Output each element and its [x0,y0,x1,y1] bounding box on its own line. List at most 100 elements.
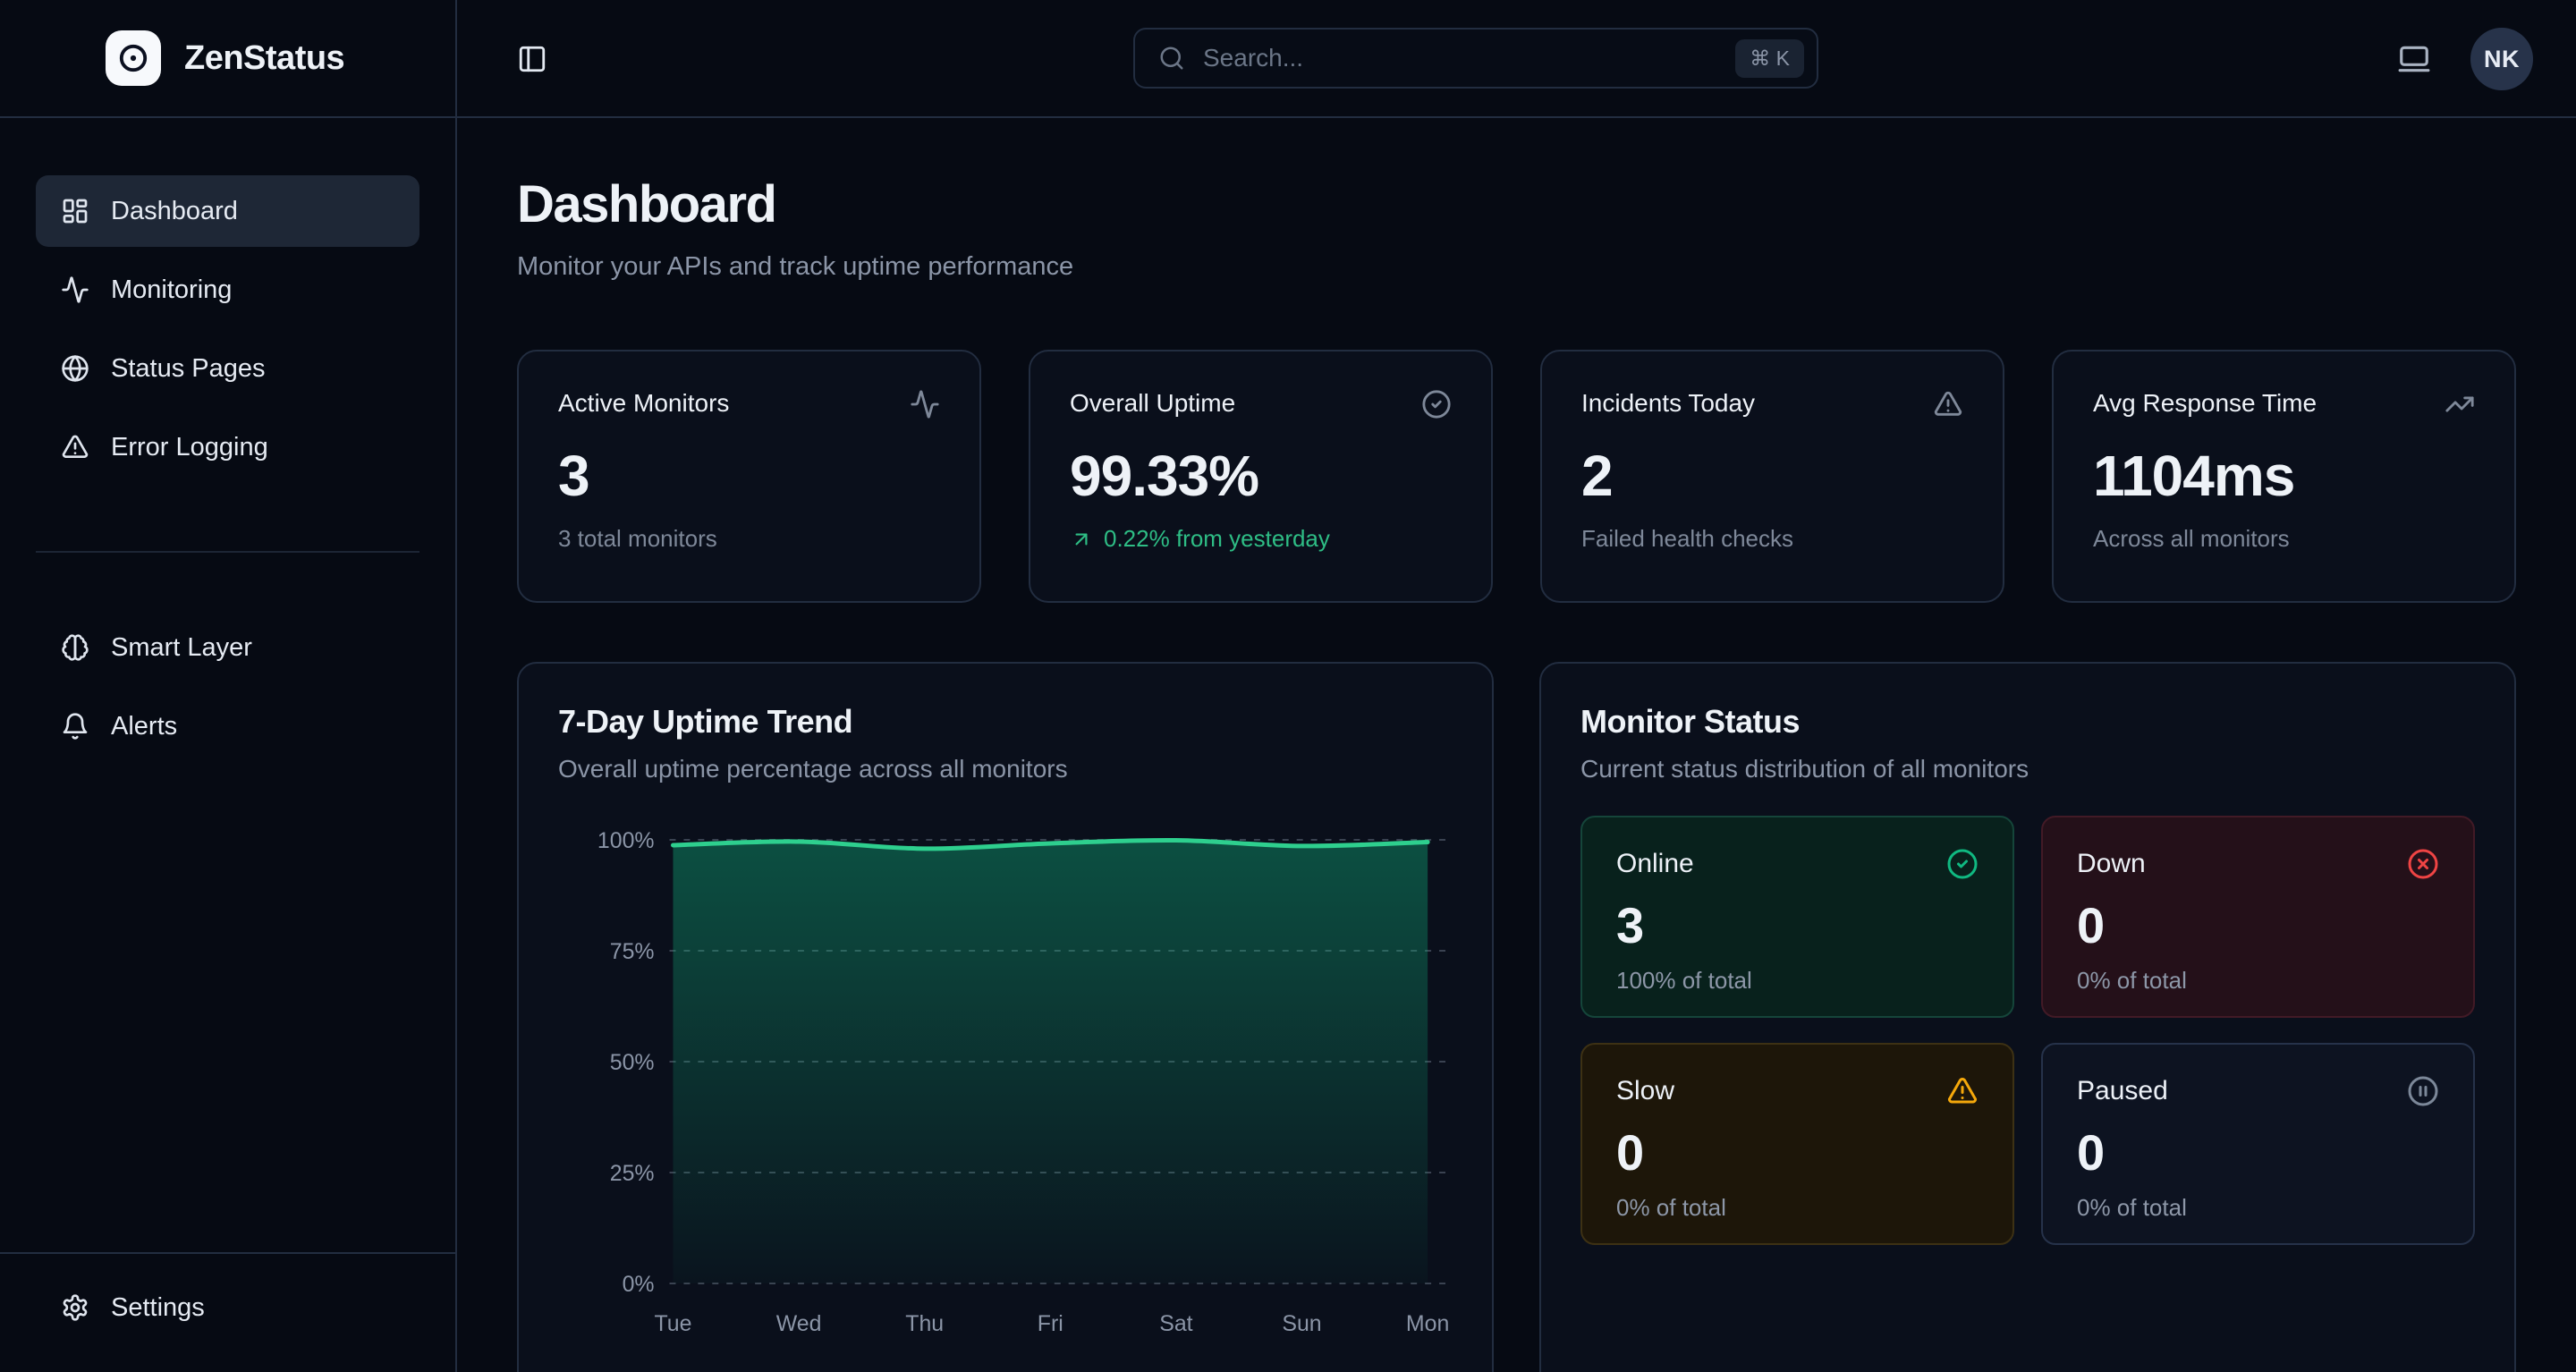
stats-row: Active Monitors 3 3 total monitors Overa… [517,350,2516,603]
chart-card-subtitle: Overall uptime percentage across all mon… [558,755,1453,783]
monitor-status-card: Monitor Status Current status distributi… [1539,662,2516,1372]
stat-sub: Failed health checks [1581,525,1963,553]
bell-icon [61,712,89,741]
status-label: Down [2077,849,2146,879]
brand-logo-icon [106,30,161,86]
globe-icon [61,354,89,383]
svg-text:0%: 0% [623,1272,655,1297]
status-sub: 0% of total [1616,1194,1979,1222]
layout-dashboard-icon [61,197,89,225]
sidebar-item-label: Dashboard [111,197,238,226]
stat-label: Active Monitors [558,389,729,418]
top-bar-actions: NK [2397,0,2533,118]
stat-value: 2 [1581,443,1963,509]
triangle-alert-icon [61,433,89,462]
stat-card: Overall Uptime 99.33% 0.22% from yesterd… [1029,350,1493,603]
stat-delta-text: 0.22% from yesterday [1104,525,1330,553]
device-mode-button[interactable] [2397,42,2431,76]
status-card-subtitle: Current status distribution of all monit… [1580,755,2475,783]
stat-delta: 0.22% from yesterday [1070,525,1452,553]
triangle-alert-icon [1946,1075,1979,1107]
svg-text:Sat: Sat [1159,1311,1192,1336]
svg-text:75%: 75% [610,939,655,964]
sidebar-item-smart-layer[interactable]: Smart Layer [36,612,419,683]
panels-row: 7-Day Uptime Trend Overall uptime percen… [517,662,2516,1365]
stat-label: Overall Uptime [1070,389,1235,418]
stat-card: Active Monitors 3 3 total monitors [517,350,981,603]
search-input[interactable] [1203,44,1717,72]
sidebar-toggle-button[interactable] [507,34,557,84]
svg-text:Sun: Sun [1282,1311,1321,1336]
settings-icon [61,1293,89,1322]
stat-card: Avg Response Time 1104ms Across all moni… [2052,350,2516,603]
circle-check-icon [1421,389,1452,419]
status-value: 0 [1616,1123,1979,1181]
brand-name: ZenStatus [184,39,344,78]
sidebar-nav: Dashboard Monitoring Status Pages Error … [0,118,455,1252]
svg-text:Wed: Wed [776,1311,822,1336]
app-root: ZenStatus Dashboard Monitoring Status Pa… [0,0,2576,1372]
circle-pause-icon [2407,1075,2439,1107]
stat-label: Incidents Today [1581,389,1755,418]
svg-text:Tue: Tue [655,1311,692,1336]
sidebar-item-dashboard[interactable]: Dashboard [36,175,419,247]
status-sub: 0% of total [2077,1194,2439,1222]
uptime-trend-chart: 0% 25% 50% 75% 100% Tue Wed Thu Fri Sat Sun Mon [558,816,1453,1352]
sidebar-item-error-logging[interactable]: Error Logging [36,411,419,483]
top-bar: ⌘ K NK [457,0,2576,118]
avatar[interactable]: NK [2470,28,2533,90]
status-sub: 0% of total [2077,967,2439,995]
sidebar-item-label: Status Pages [111,354,266,384]
brand: ZenStatus [0,0,455,118]
chart-card-title: 7-Day Uptime Trend [558,703,1453,741]
status-label: Online [1616,849,1694,879]
area-chart-svg: 0% 25% 50% 75% 100% Tue Wed Thu Fri Sat Sun Mon [558,816,1453,1352]
trending-up-icon [2445,389,2475,419]
status-value: 0 [2077,1123,2439,1181]
stat-value: 1104ms [2093,443,2475,509]
svg-text:Mon: Mon [1406,1311,1449,1336]
stat-sub: Across all monitors [2093,525,2475,553]
status-value: 3 [1616,896,1979,954]
sidebar-item-settings[interactable]: Settings [36,1272,419,1343]
uptime-trend-card: 7-Day Uptime Trend Overall uptime percen… [517,662,1494,1372]
status-sub: 100% of total [1616,967,1979,995]
arrow-up-right-icon [1070,528,1093,551]
search-icon [1158,45,1185,72]
svg-text:50%: 50% [610,1050,655,1075]
status-cell-paused: Paused 0 0% of total [2041,1043,2475,1245]
search-box[interactable]: ⌘ K [1133,28,1818,89]
search-shortcut-badge: ⌘ K [1735,39,1804,78]
sidebar-item-alerts[interactable]: Alerts [36,690,419,762]
status-cell-online: Online 3 100% of total [1580,816,2014,1018]
page-title: Dashboard [517,175,2516,234]
triangle-alert-icon [1933,389,1963,419]
laptop-icon [2397,42,2431,76]
sidebar-item-label: Error Logging [111,433,268,462]
status-grid: Online 3 100% of total Down 0 0% of tota… [1580,816,2475,1245]
svg-text:Fri: Fri [1038,1311,1063,1336]
activity-icon [61,275,89,304]
stat-card: Incidents Today 2 Failed health checks [1540,350,2004,603]
sidebar-item-status-pages[interactable]: Status Pages [36,333,419,404]
circle-x-icon [2407,848,2439,880]
svg-text:100%: 100% [597,828,655,853]
brain-icon [61,633,89,662]
main-content: Dashboard Monitor your APIs and track up… [457,118,2576,1372]
svg-text:Thu: Thu [905,1311,944,1336]
sidebar-divider [36,551,419,553]
stat-sub: 3 total monitors [558,525,940,553]
sidebar-footer: Settings [0,1252,455,1372]
status-cell-down: Down 0 0% of total [2041,816,2475,1018]
sidebar-item-monitoring[interactable]: Monitoring [36,254,419,326]
sidebar-item-label: Settings [111,1293,205,1323]
sidebar: ZenStatus Dashboard Monitoring Status Pa… [0,0,457,1372]
stat-value: 99.33% [1070,443,1452,509]
stat-value: 3 [558,443,940,509]
stat-label: Avg Response Time [2093,389,2317,418]
svg-text:25%: 25% [610,1161,655,1186]
status-value: 0 [2077,896,2439,954]
sidebar-item-label: Monitoring [111,275,232,305]
activity-icon [910,389,940,419]
status-card-title: Monitor Status [1580,703,2475,741]
